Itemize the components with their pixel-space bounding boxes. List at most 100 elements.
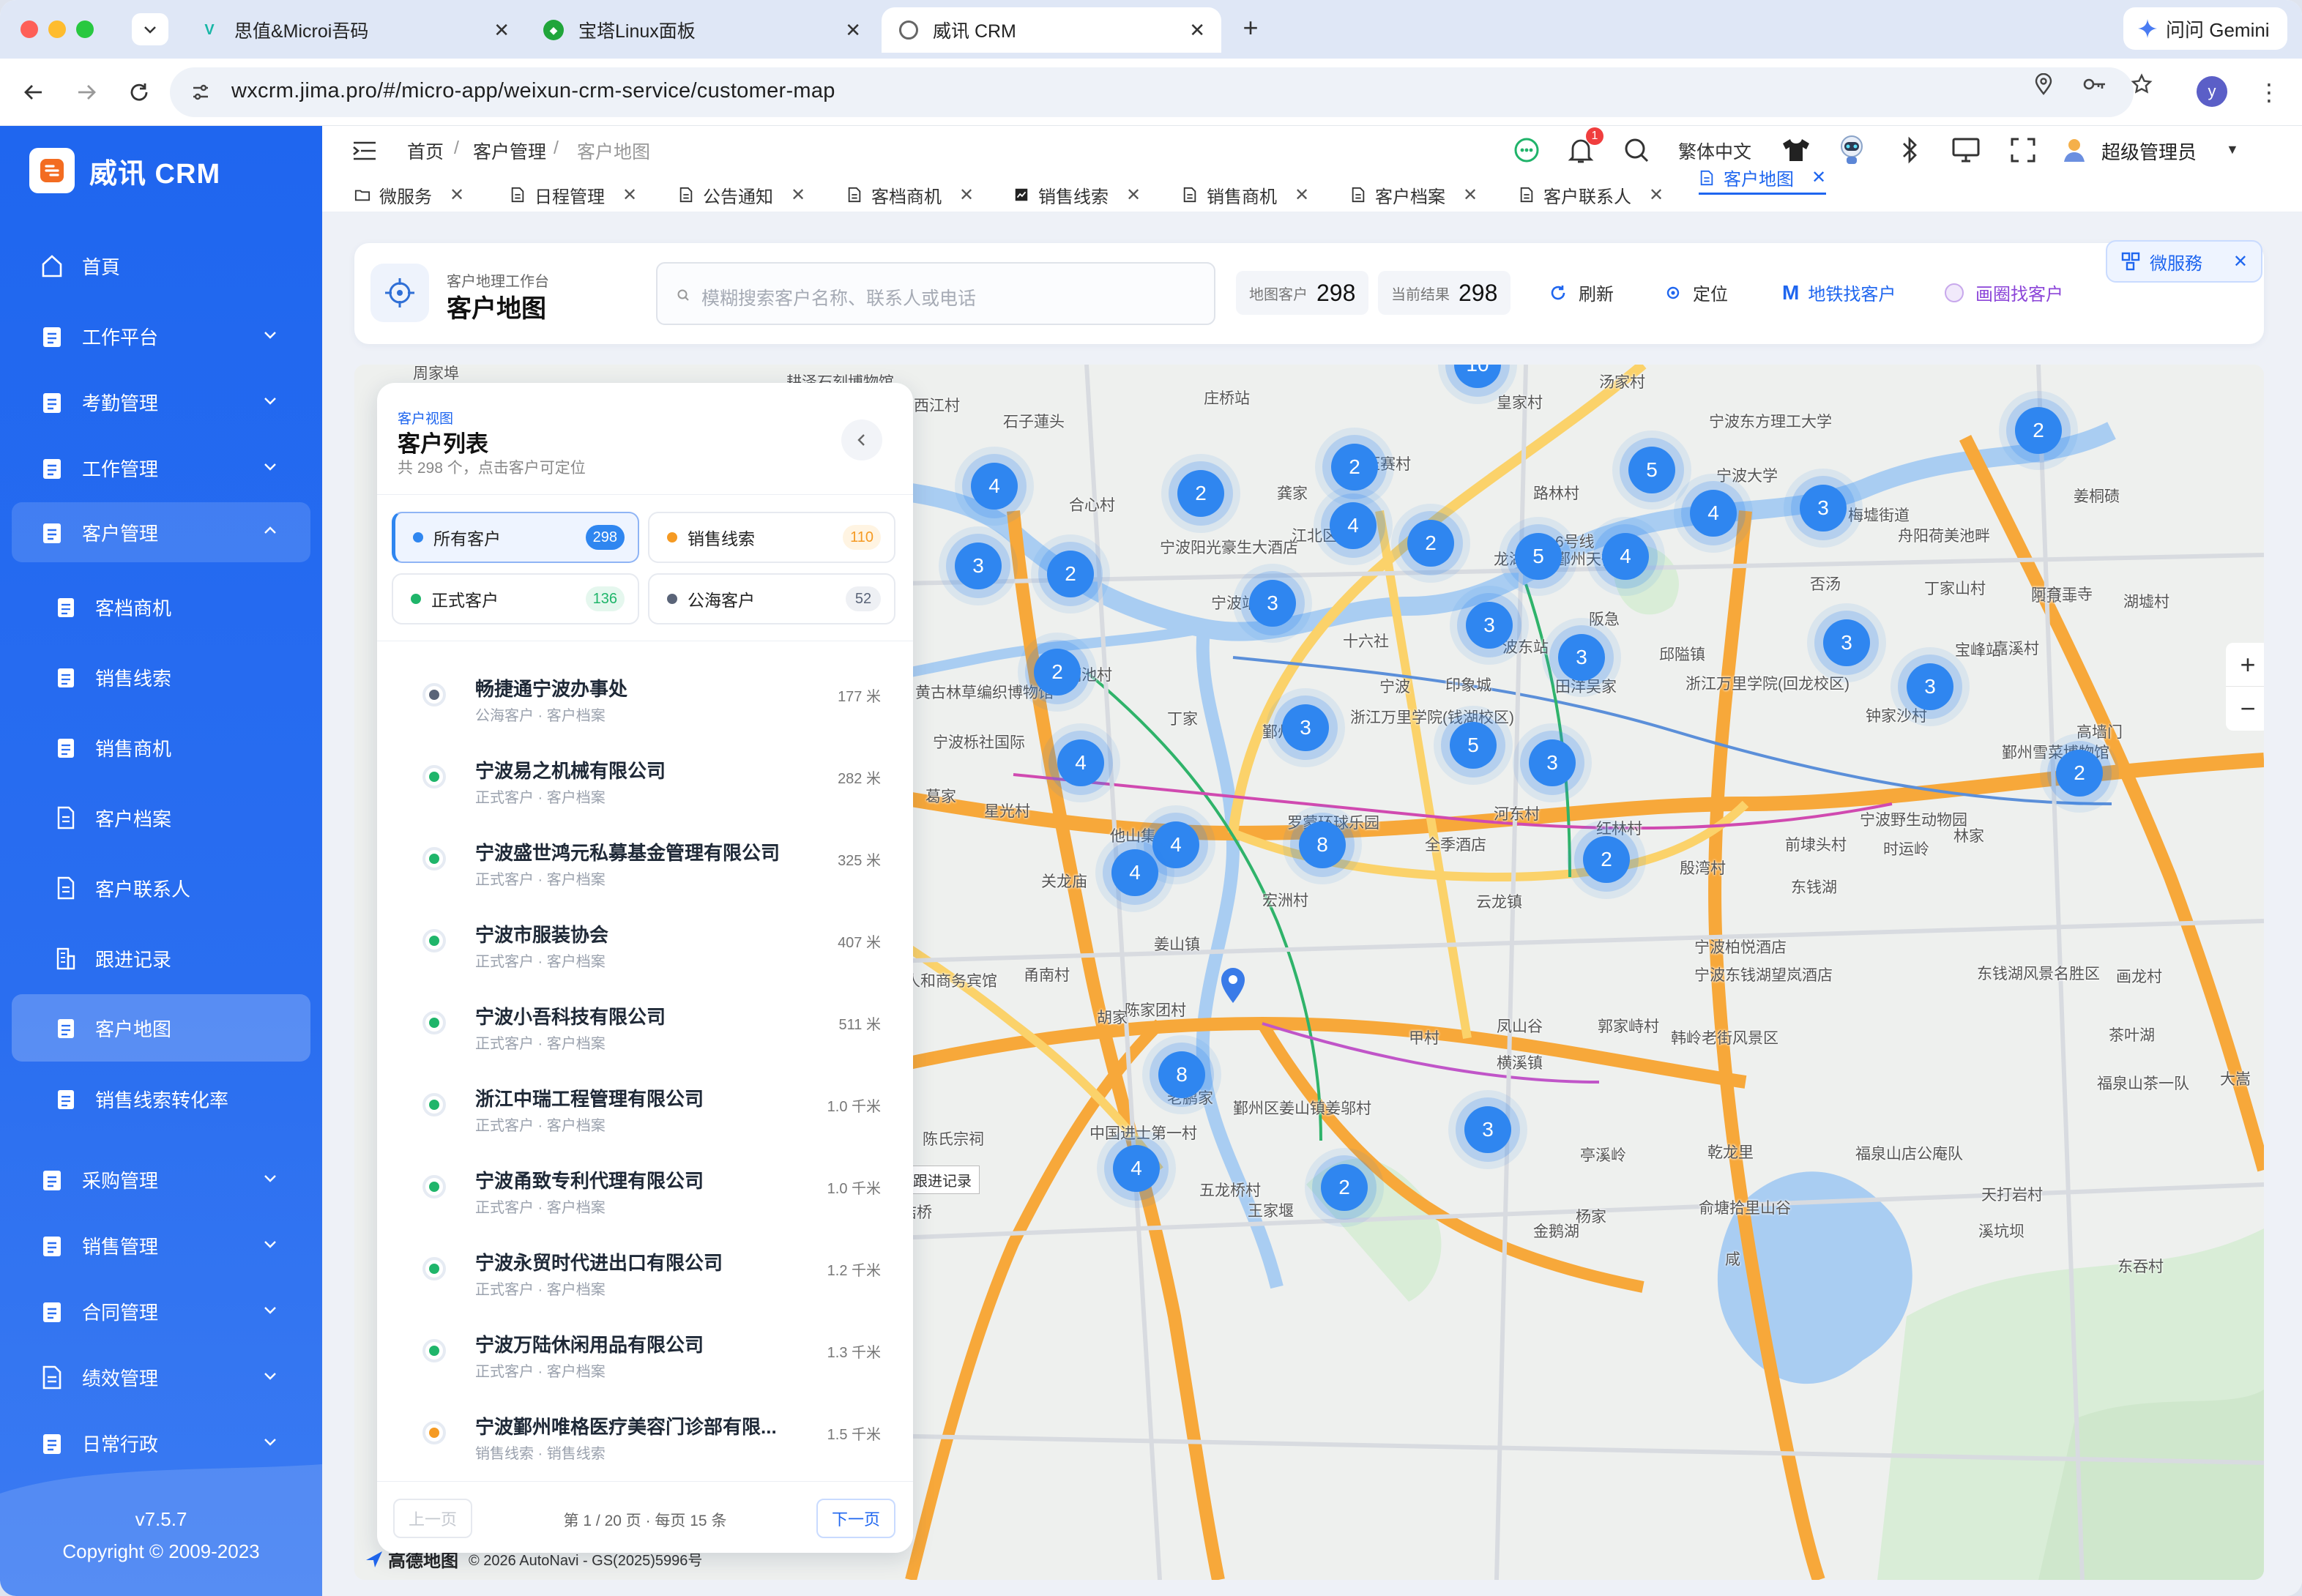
robot-assistant-icon[interactable]	[1835, 133, 1869, 167]
sidebar-item-followups[interactable]: 跟进记录	[12, 928, 310, 988]
new-tab-button[interactable]: +	[1234, 12, 1267, 44]
customer-cluster[interactable]: 4	[1330, 502, 1377, 549]
customer-cluster[interactable]: 4	[1057, 739, 1104, 786]
metro-search-button[interactable]: M 地铁找客户	[1782, 280, 1896, 305]
tab-opportunity-archive[interactable]: 客档商机 ✕	[846, 179, 974, 211]
tab-customer-map[interactable]: 客户地图 ✕	[1699, 163, 1827, 195]
customer-row[interactable]: 宁波鄞州唯格医疗美容门诊部有限... 销售线索 · 销售线索 1.5 千米	[390, 1393, 903, 1475]
customer-cluster[interactable]: 2	[1321, 1164, 1368, 1211]
sidebar-item-sales-opportunity[interactable]: 销售商机	[12, 717, 310, 778]
sidebar-item-customer-archive[interactable]: 客户档案	[12, 788, 310, 848]
sidebar-item-contracts[interactable]: 合同管理	[12, 1281, 310, 1341]
browser-tab-3[interactable]: 威讯 CRM ✕	[882, 7, 1221, 53]
sidebar-item-opportunity-archive[interactable]: 客档商机	[12, 577, 310, 637]
customer-cluster[interactable]: 8	[1299, 821, 1346, 868]
close-tab-icon[interactable]: ✕	[1126, 184, 1141, 206]
locate-button[interactable]: 定位	[1665, 280, 1728, 305]
zoom-out-button[interactable]: −	[2226, 687, 2264, 731]
customer-cluster[interactable]: 3	[1466, 602, 1513, 649]
customer-cluster[interactable]: 3	[1464, 1106, 1511, 1153]
browser-tab-1[interactable]: V 思值&Microi吾码 ✕	[182, 7, 526, 53]
customer-row[interactable]: 宁波甬致专利代理有限公司 正式客户 · 客户档案 1.0 千米	[390, 1147, 903, 1229]
tab-customer-archive[interactable]: 客户档案 ✕	[1350, 179, 1478, 211]
tab-customer-contacts[interactable]: 客户联系人 ✕	[1519, 179, 1664, 211]
key-icon[interactable]	[2081, 70, 2109, 98]
monitor-icon[interactable]	[1949, 133, 1983, 167]
menu-toggle-icon[interactable]	[350, 136, 379, 165]
customer-search-input[interactable]: 模糊搜索客户名称、联系人或电话	[656, 262, 1215, 325]
draw-circle-button[interactable]: 画圈找客户	[1943, 280, 2063, 305]
brand-logo[interactable]: 威讯 CRM	[29, 148, 220, 193]
browser-tab-2[interactable]: ◆ 宝塔Linux面板 ✕	[526, 7, 877, 53]
sidebar-item-work[interactable]: 工作管理	[12, 438, 310, 498]
minimize-window-button[interactable]	[48, 20, 66, 38]
close-tab-icon[interactable]: ✕	[959, 184, 974, 206]
customer-cluster[interactable]: 4	[1111, 849, 1158, 896]
customer-cluster[interactable]: 2	[1177, 470, 1224, 517]
sidebar-item-customer-map[interactable]: 客户地图	[12, 994, 310, 1062]
customer-row[interactable]: 宁波市服装协会 正式客户 · 客户档案 407 米	[390, 901, 903, 983]
language-switcher[interactable]: 繁体中文	[1678, 138, 1751, 164]
customer-row[interactable]: 宁波永贸时代进出口有限公司 正式客户 · 客户档案 1.2 千米	[390, 1229, 903, 1311]
sidebar-item-sales[interactable]: 销售管理	[12, 1215, 310, 1275]
customer-cluster[interactable]: 4	[1113, 1145, 1160, 1192]
customer-row[interactable]: 宁波盛世鸿元私募基金管理有限公司 正式客户 · 客户档案 325 米	[390, 819, 903, 901]
fullscreen-icon[interactable]	[2006, 133, 2040, 167]
sidebar-item-customer-contacts[interactable]: 客户联系人	[12, 858, 310, 918]
zoom-in-button[interactable]: +	[2226, 643, 2264, 687]
close-tab-icon[interactable]: ✕	[1189, 19, 1205, 42]
sidebar-item-attendance[interactable]: 考勤管理	[12, 372, 310, 432]
customer-row[interactable]: 宁波易之机械有限公司 正式客户 · 客户档案 282 米	[390, 737, 903, 819]
customer-row[interactable]: 畅捷通宁波办事处 公海客户 · 客户档案 177 米	[390, 655, 903, 737]
tab-schedule[interactable]: 日程管理 ✕	[510, 179, 637, 211]
filter-sales-leads[interactable]: 销售线索 110	[648, 512, 895, 563]
close-tab-icon[interactable]: ✕	[1295, 184, 1309, 206]
next-page-button[interactable]: 下一页	[816, 1499, 895, 1538]
user-name[interactable]: 超级管理员	[2101, 138, 2197, 165]
location-icon[interactable]	[2030, 70, 2057, 98]
browser-menu-icon[interactable]: ⋮	[2257, 78, 2281, 107]
followup-tooltip[interactable]: 跟进记录	[905, 1166, 980, 1194]
close-window-button[interactable]	[21, 20, 38, 38]
close-tab-icon[interactable]: ✕	[791, 184, 805, 206]
customer-cluster[interactable]: 5	[1628, 447, 1675, 493]
close-tab-icon[interactable]: ✕	[1463, 184, 1478, 206]
tab-search-button[interactable]	[132, 13, 168, 45]
sidebar-item-purchase[interactable]: 采购管理	[12, 1149, 310, 1209]
reload-icon[interactable]	[122, 75, 157, 110]
filter-all-customers[interactable]: 所有客户 298	[392, 512, 639, 563]
tab-announcements[interactable]: 公告通知 ✕	[678, 179, 805, 211]
customer-cluster[interactable]: 3	[1282, 704, 1329, 751]
close-tab-icon[interactable]: ✕	[1811, 167, 1826, 188]
customer-cluster[interactable]: 2	[1583, 836, 1630, 883]
customer-cluster[interactable]: 5	[1515, 533, 1562, 580]
tab-microservice[interactable]: 微服务 ✕	[354, 179, 464, 211]
customer-row[interactable]: 宁波万陆休闲用品有限公司 正式客户 · 客户档案 1.3 千米	[390, 1311, 903, 1393]
collapse-panel-button[interactable]	[841, 419, 882, 460]
microservice-button[interactable]: 微服務	[2150, 249, 2202, 275]
profile-avatar[interactable]: y	[2197, 76, 2227, 107]
customer-cluster[interactable]: 2	[2015, 407, 2062, 454]
customer-cluster[interactable]: 2	[1407, 520, 1454, 567]
tab-sales-opportunity[interactable]: 销售商机 ✕	[1182, 179, 1309, 211]
caret-down-icon[interactable]: ▼	[2226, 142, 2239, 157]
sidebar-item-home[interactable]: 首頁	[12, 236, 310, 296]
customer-cluster[interactable]: 3	[1823, 619, 1870, 666]
customer-cluster[interactable]: 4	[1602, 533, 1649, 580]
customer-cluster[interactable]: 4	[1152, 821, 1199, 868]
sidebar-item-lead-conversion[interactable]: 销售线索转化率	[12, 1069, 310, 1129]
customer-cluster[interactable]: 3	[1907, 663, 1953, 710]
forward-arrow-icon[interactable]	[69, 75, 104, 110]
close-tab-icon[interactable]: ✕	[1649, 184, 1664, 206]
customer-cluster[interactable]: 3	[955, 542, 1002, 589]
customer-cluster[interactable]: 3	[1558, 634, 1605, 681]
filter-public-customers[interactable]: 公海客户 52	[648, 573, 895, 624]
star-icon[interactable]	[2128, 70, 2156, 98]
sidebar-item-customer-mgmt[interactable]: 客户管理	[12, 502, 310, 562]
customer-cluster[interactable]: 8	[1158, 1051, 1205, 1098]
customer-row[interactable]: 宁波小吾科技有限公司 正式客户 · 客户档案 511 米	[390, 983, 903, 1065]
search-icon[interactable]	[1620, 133, 1653, 167]
maximize-window-button[interactable]	[76, 20, 94, 38]
breadcrumb-customer-mgmt[interactable]: 客户管理	[473, 138, 546, 164]
user-avatar[interactable]	[2057, 133, 2091, 167]
